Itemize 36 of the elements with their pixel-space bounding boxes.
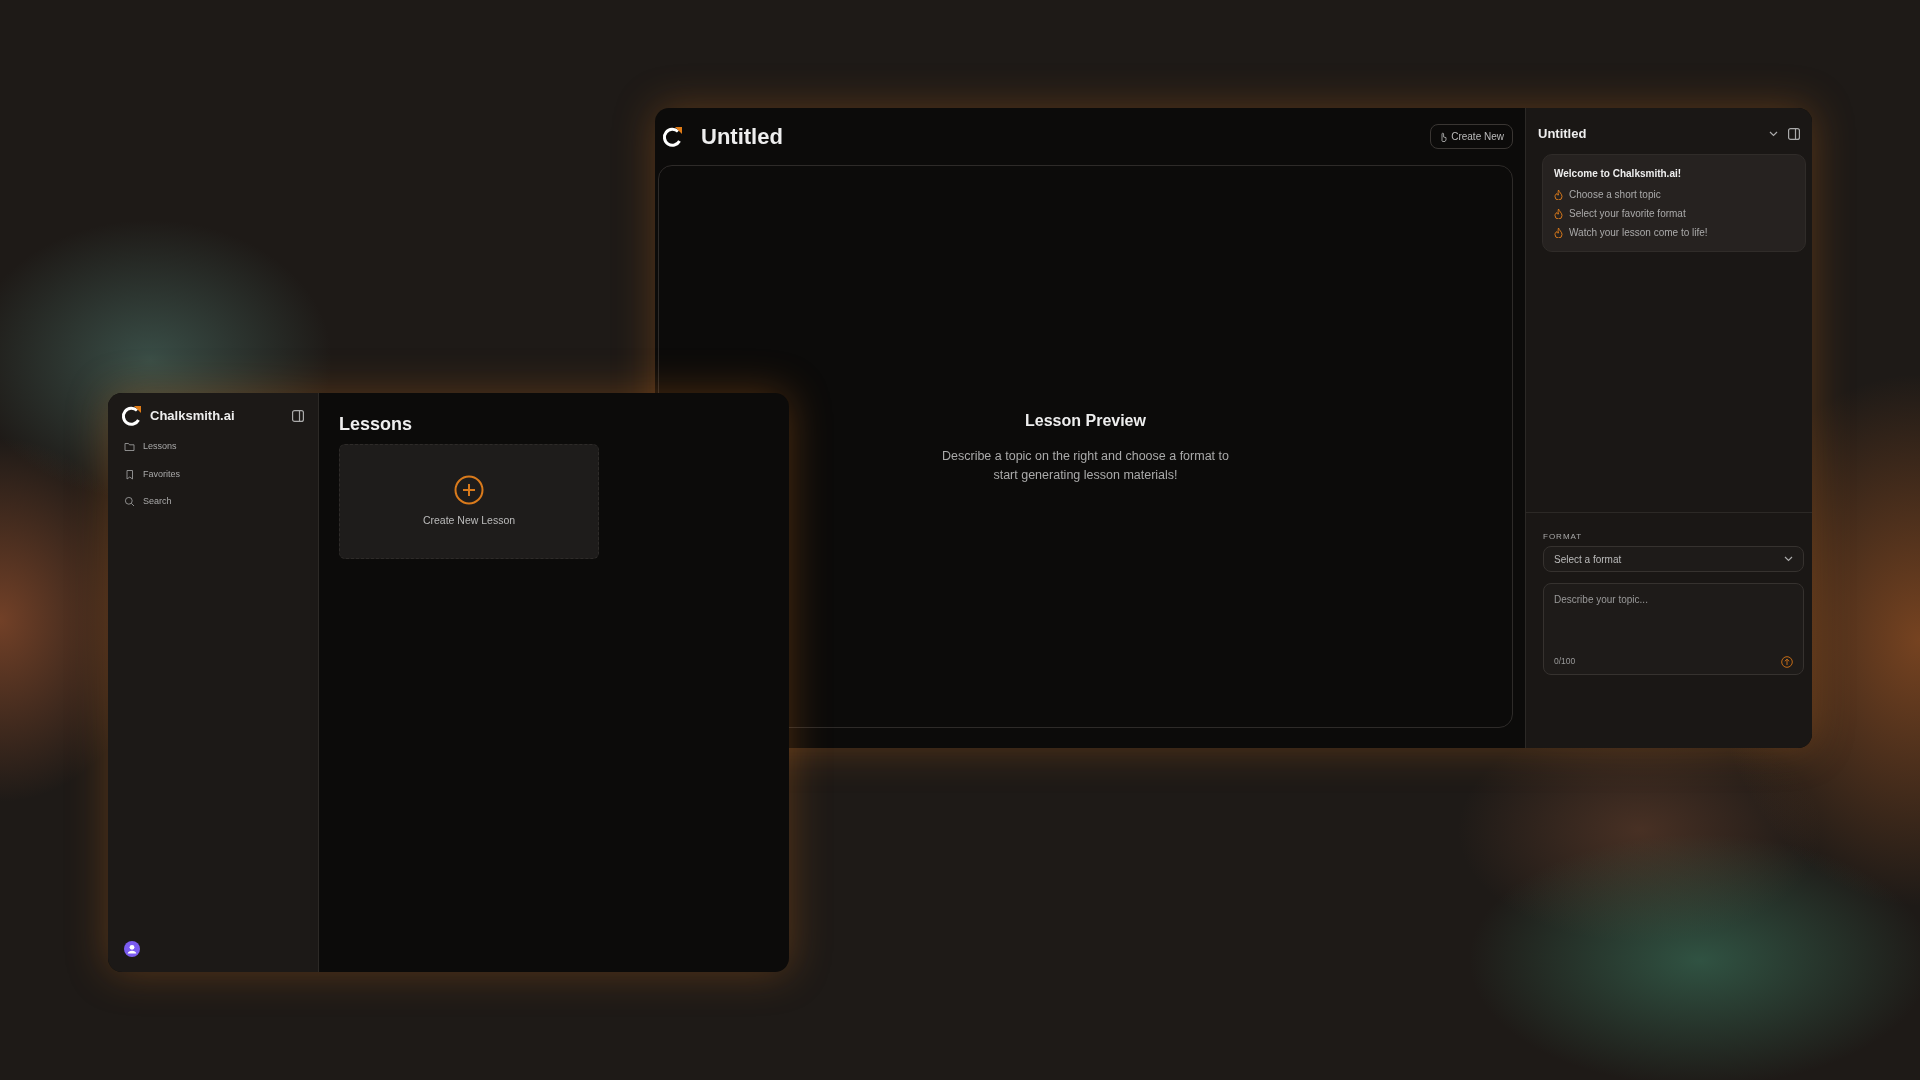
format-label: FORMAT	[1543, 531, 1584, 543]
format-select[interactable]: Select a format	[1543, 546, 1804, 572]
preview-title: Lesson Preview	[1025, 410, 1146, 431]
flame-icon	[1554, 207, 1563, 219]
preview-description: Describe a topic on the right and choose a format to start generating lesson materials!	[941, 447, 1230, 484]
bookmark-icon	[124, 468, 135, 480]
plus-circle-icon	[454, 474, 484, 505]
window-title: Untitled	[701, 123, 783, 151]
welcome-title: Welcome to Chalksmith.ai!	[1554, 166, 1683, 181]
sidebar-item[interactable]: Search	[120, 488, 304, 516]
topic-field[interactable]: Describe your topic... 0/100	[1543, 583, 1804, 675]
topic-input[interactable]: Describe your topic...	[1554, 592, 1793, 656]
chevron-down-icon	[1784, 556, 1793, 562]
flame-icon	[1554, 188, 1563, 200]
page-heading: Lessons	[339, 413, 414, 436]
logo-icon	[120, 405, 142, 427]
character-counter: 0/100	[1554, 655, 1576, 668]
create-lesson-card[interactable]: Create New Lesson	[339, 444, 599, 559]
folder-icon	[124, 441, 135, 453]
chevron-down-icon[interactable]	[1769, 130, 1778, 137]
flame-icon	[1554, 226, 1563, 238]
sidebar-item[interactable]: Favorites	[120, 460, 304, 488]
step-text: Choose a short topic	[1569, 187, 1661, 202]
step-text: Select your favorite format	[1569, 206, 1686, 221]
logo-icon	[661, 125, 683, 148]
create-new-button[interactable]: Create New	[1430, 124, 1513, 149]
brand-name: Chalksmith.ai	[150, 407, 236, 426]
panel-toggle-icon[interactable]	[1788, 127, 1800, 140]
panel-toggle-icon[interactable]	[292, 410, 304, 422]
search-icon	[124, 496, 135, 508]
hand-icon	[1439, 131, 1448, 142]
avatar-icon[interactable]	[124, 940, 140, 957]
send-icon[interactable]	[1781, 655, 1793, 668]
sidebar-item[interactable]: Lessons	[120, 433, 304, 461]
panel-title: Untitled	[1538, 125, 1588, 143]
step-text: Watch your lesson come to life!	[1569, 225, 1708, 240]
